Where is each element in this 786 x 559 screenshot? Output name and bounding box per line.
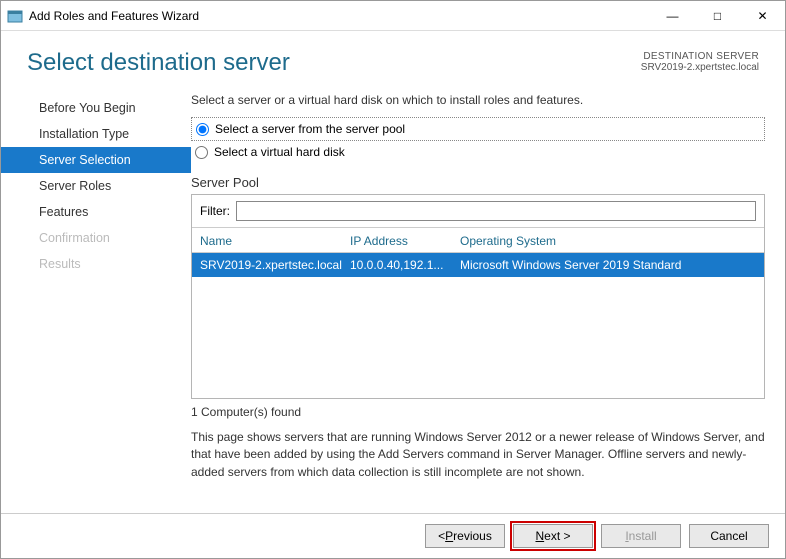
radio-vhd-label: Select a virtual hard disk [214, 145, 345, 159]
col-header-os[interactable]: Operating System [460, 234, 756, 248]
wizard-footer: < PPreviousrevious Next >Next > InstallI… [1, 513, 785, 558]
cancel-button[interactable]: Cancel [689, 524, 769, 548]
radio-vhd-input[interactable] [195, 146, 208, 159]
wizard-body: Before You Begin Installation Type Serve… [1, 87, 785, 513]
destination-info: DESTINATION SERVER SRV2019-2.xpertstec.l… [641, 49, 759, 73]
server-grid-body: SRV2019-2.xpertstec.local 10.0.0.40,192.… [192, 253, 764, 398]
server-grid-header: Name IP Address Operating System [192, 228, 764, 253]
destination-label: DESTINATION SERVER [641, 51, 759, 62]
server-ip-cell: 10.0.0.40,192.1... [350, 258, 460, 272]
page-title: Select destination server [27, 49, 641, 77]
step-features[interactable]: Features [1, 199, 191, 225]
intro-text: Select a server or a virtual hard disk o… [191, 93, 765, 107]
server-pool-label: Server Pool [191, 175, 765, 190]
radio-server-pool-input[interactable] [196, 123, 209, 136]
computers-found-text: 1 Computer(s) found [191, 405, 765, 419]
install-button: InstallInstall [601, 524, 681, 548]
close-button[interactable]: ✕ [740, 1, 785, 31]
previous-button[interactable]: < PPreviousrevious [425, 524, 505, 548]
window-title: Add Roles and Features Wizard [29, 9, 650, 23]
step-installation-type[interactable]: Installation Type [1, 121, 191, 147]
radio-group-target: Select a server from the server pool [191, 117, 765, 141]
server-pool-box: Filter: Name IP Address Operating System… [191, 194, 765, 399]
radio-vhd[interactable]: Select a virtual hard disk [191, 145, 765, 159]
filter-input[interactable] [236, 201, 756, 221]
main-panel: Select a server or a virtual hard disk o… [191, 87, 765, 513]
col-header-name[interactable]: Name [200, 234, 350, 248]
maximize-button[interactable]: □ [695, 1, 740, 31]
server-name-cell: SRV2019-2.xpertstec.local [200, 258, 350, 272]
filter-label: Filter: [200, 204, 230, 218]
radio-server-pool-label: Select a server from the server pool [215, 122, 405, 136]
step-before-you-begin[interactable]: Before You Begin [1, 95, 191, 121]
step-confirmation: Confirmation [1, 225, 191, 251]
titlebar: Add Roles and Features Wizard — □ ✕ [1, 1, 785, 31]
next-button[interactable]: Next >Next > [513, 524, 593, 548]
step-results: Results [1, 251, 191, 277]
col-header-ip[interactable]: IP Address [350, 234, 460, 248]
server-row[interactable]: SRV2019-2.xpertstec.local 10.0.0.40,192.… [192, 253, 764, 277]
radio-server-pool[interactable]: Select a server from the server pool [196, 122, 760, 136]
page-header: Select destination server DESTINATION SE… [1, 31, 785, 87]
server-os-cell: Microsoft Windows Server 2019 Standard [460, 258, 756, 272]
destination-server-name: SRV2019-2.xpertstec.local [641, 62, 759, 73]
step-server-selection[interactable]: Server Selection [1, 147, 191, 173]
page-note: This page shows servers that are running… [191, 429, 765, 481]
wizard-icon [7, 8, 23, 24]
wizard-steps-sidebar: Before You Begin Installation Type Serve… [1, 87, 191, 513]
filter-row: Filter: [192, 195, 764, 228]
step-server-roles[interactable]: Server Roles [1, 173, 191, 199]
minimize-button[interactable]: — [650, 1, 695, 31]
